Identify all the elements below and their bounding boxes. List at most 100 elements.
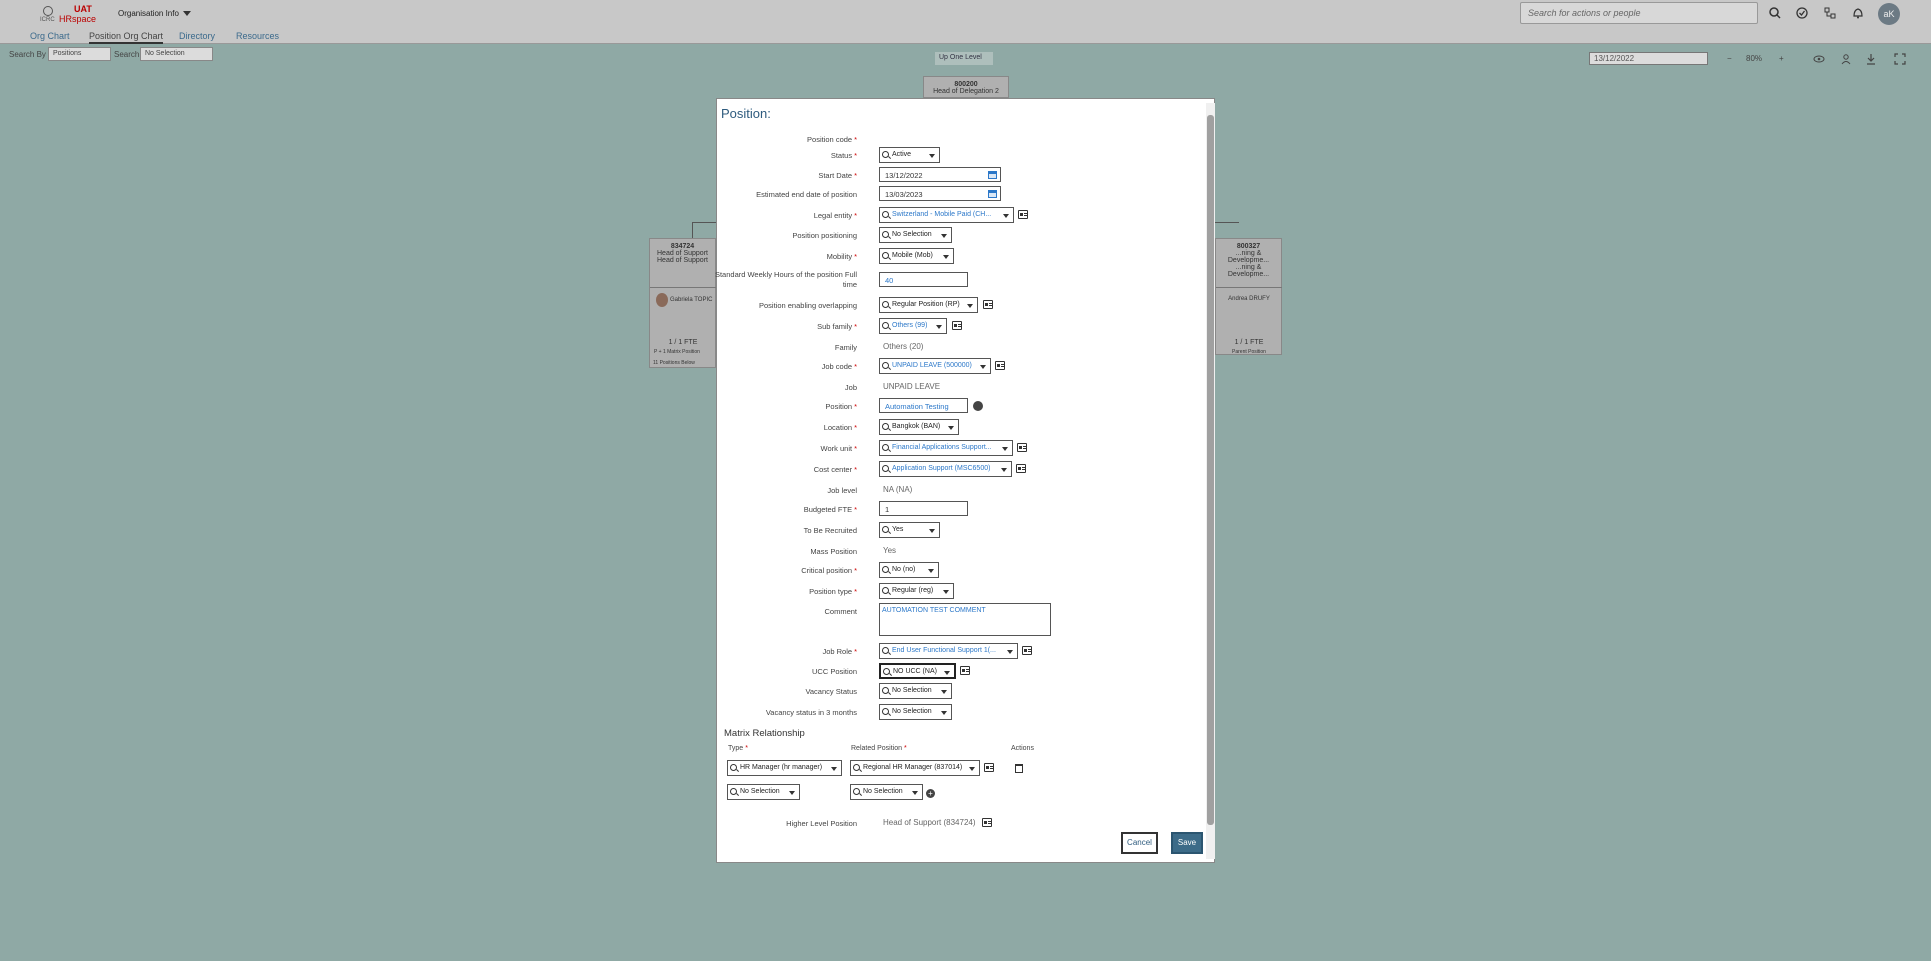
details-card-icon[interactable] — [952, 321, 962, 330]
tab-position-org-chart[interactable]: Position Org Chart — [89, 31, 164, 44]
mobility-select[interactable]: Mobile (Mob) — [879, 248, 954, 264]
chevron-down-icon — [912, 791, 918, 795]
location-row: Location * Bangkok (BAN) — [717, 419, 1197, 437]
person-avatar — [656, 293, 668, 307]
work-unit-select[interactable]: Financial Applications Support... — [879, 440, 1013, 456]
details-card-icon[interactable] — [1017, 443, 1027, 452]
chart-date-input[interactable]: 13/12/2022 — [1589, 52, 1708, 65]
sub-family-select[interactable]: Others (99) — [879, 318, 947, 334]
zoom-level: 80% — [1746, 54, 1763, 63]
job-level-label: Job level — [827, 486, 857, 495]
matrix-row: HR Manager (hr manager) — [727, 760, 842, 776]
matrix-row-related: No Selection — [850, 784, 923, 800]
end-date-input[interactable]: 13/03/2023 — [879, 186, 1001, 201]
vacancy-status-3m-select[interactable]: No Selection — [879, 704, 952, 720]
hierarchy-icon[interactable] — [1823, 6, 1837, 20]
save-button[interactable]: Save — [1171, 832, 1203, 854]
matrix-type-select[interactable]: No Selection — [727, 784, 800, 800]
translate-icon[interactable] — [973, 401, 983, 411]
global-search-input[interactable]: Search for actions or people — [1520, 2, 1758, 24]
checkmark-circle-icon[interactable] — [1795, 6, 1809, 20]
work-unit-label: Work unit * — [820, 444, 857, 453]
comment-textarea[interactable]: AUTOMATION TEST COMMENT — [879, 603, 1051, 636]
calendar-icon[interactable] — [988, 190, 997, 198]
search-by-select[interactable]: Positions — [48, 47, 111, 61]
details-card-icon[interactable] — [1018, 210, 1028, 219]
org-info-menu[interactable]: Organisation Info — [118, 9, 191, 18]
cancel-button[interactable]: Cancel — [1121, 832, 1158, 854]
ucc-position-select[interactable]: NO UCC (NA) — [879, 663, 956, 679]
location-select[interactable]: Bangkok (BAN) — [879, 419, 959, 435]
search-by-label: Search By — [9, 50, 46, 59]
org-card-top[interactable]: 800200 Head of Delegation 2 — [923, 76, 1009, 98]
details-card-icon[interactable] — [982, 818, 992, 827]
app-logo[interactable]: ICRC UAT HRspace — [40, 4, 96, 24]
weekly-hours-input[interactable]: 40 — [879, 272, 968, 287]
position-type-label: Position type * — [809, 587, 857, 596]
overlapping-select[interactable]: Regular Position (RP) — [879, 297, 978, 313]
card-code: 800200 — [954, 81, 978, 88]
bell-icon[interactable] — [1851, 6, 1865, 20]
calendar-icon[interactable] — [988, 171, 997, 179]
details-card-icon[interactable] — [984, 763, 994, 772]
comment-label: Comment — [824, 607, 857, 616]
details-card-icon[interactable] — [995, 361, 1005, 370]
org-card-left[interactable]: 834724 Head of Support Head of Support G… — [649, 238, 716, 368]
details-card-icon[interactable] — [1016, 464, 1026, 473]
search-icon — [882, 465, 889, 472]
position-positioning-select[interactable]: No Selection — [879, 227, 952, 243]
details-card-icon[interactable] — [1022, 646, 1032, 655]
vacancy-status-select[interactable]: No Selection — [879, 683, 952, 699]
legal-entity-select[interactable]: Switzerland - Mobile Paid (CH... — [879, 207, 1014, 223]
critical-position-select[interactable]: No (no) — [879, 562, 939, 578]
details-card-icon[interactable] — [960, 666, 970, 675]
zoom-in-button[interactable]: + — [1779, 54, 1784, 63]
matrix-type-header: Type * — [728, 745, 748, 752]
chevron-down-icon — [967, 304, 973, 308]
zoom-out-button[interactable]: − — [1727, 54, 1732, 63]
connector-line — [1215, 222, 1239, 223]
start-date-label: Start Date * — [818, 171, 857, 180]
chevron-down-icon — [969, 767, 975, 771]
cost-center-select[interactable]: Application Support (MSC6500) — [879, 461, 1012, 477]
matrix-section-title: Matrix Relationship — [724, 728, 805, 739]
add-icon[interactable]: + — [926, 789, 935, 798]
budgeted-fte-input[interactable]: 1 — [879, 501, 968, 516]
org-info-label: Organisation Info — [118, 9, 179, 18]
to-be-recruited-select[interactable]: Yes — [879, 522, 940, 538]
search-icon — [882, 444, 889, 451]
matrix-type-select[interactable]: HR Manager (hr manager) — [727, 760, 842, 776]
fullscreen-icon[interactable] — [1893, 52, 1907, 66]
search-select[interactable]: No Selection — [140, 47, 213, 61]
user-avatar[interactable]: aK — [1878, 3, 1900, 25]
tab-directory[interactable]: Directory — [179, 31, 215, 41]
position-code-label: Position code * — [807, 135, 857, 144]
search-icon[interactable] — [1768, 6, 1782, 20]
scrollbar-thumb[interactable] — [1207, 115, 1214, 825]
tab-resources[interactable]: Resources — [236, 31, 279, 41]
matrix-related-select[interactable]: No Selection — [850, 784, 923, 800]
job-code-label: Job code * — [821, 362, 857, 371]
search-icon — [883, 668, 890, 675]
comment-row: Comment AUTOMATION TEST COMMENT — [717, 603, 1197, 637]
matrix-related-select[interactable]: Regional HR Manager (837014) — [850, 760, 980, 776]
eye-icon[interactable] — [1812, 52, 1826, 66]
chevron-down-icon — [941, 234, 947, 238]
search-icon — [882, 647, 889, 654]
vacancy-status-row: Vacancy Status No Selection — [717, 683, 1197, 701]
user-settings-icon[interactable] — [1840, 52, 1854, 66]
start-date-input[interactable]: 13/12/2022 — [879, 167, 1001, 182]
trash-icon[interactable] — [1015, 764, 1023, 773]
position-type-select[interactable]: Regular (reg) — [879, 583, 954, 599]
status-select[interactable]: Active — [879, 147, 940, 163]
details-card-icon[interactable] — [983, 300, 993, 309]
status-label: Status * — [830, 151, 857, 160]
tab-org-chart[interactable]: Org Chart — [30, 31, 70, 41]
position-input[interactable]: Automation Testing — [879, 398, 968, 413]
job-code-select[interactable]: UNPAID LEAVE (500000) — [879, 358, 991, 374]
weekly-hours-row: Standard Weekly Hours of the position Fu… — [715, 270, 1197, 290]
up-one-level-button[interactable]: Up One Level — [935, 52, 993, 65]
org-card-right[interactable]: 800327 ...ning & Developme... ...ning & … — [1215, 238, 1282, 355]
download-icon[interactable] — [1864, 52, 1878, 66]
job-role-select[interactable]: End User Functional Support 1(... — [879, 643, 1018, 659]
